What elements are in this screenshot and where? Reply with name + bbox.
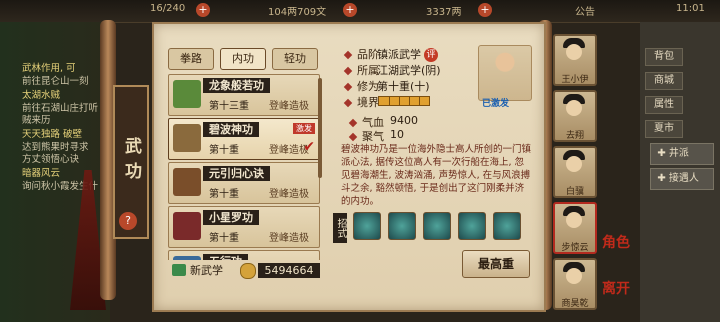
skill-active-badge: 激发	[293, 123, 315, 134]
side-menu-market[interactable]: 夏市	[645, 120, 683, 138]
skill-icon	[173, 212, 201, 240]
skill-name: 五行功	[203, 254, 248, 260]
quest-line[interactable]: 前往昆仑山一刻	[22, 73, 89, 87]
portrait-name: 商昊乾	[561, 299, 589, 309]
character-figure	[478, 45, 532, 101]
portrait-face	[566, 100, 582, 116]
stamina-counter: 16/240	[150, 3, 186, 14]
stat-qi-value: 10	[390, 128, 404, 141]
quest-line[interactable]: 贼来历	[22, 112, 51, 126]
skill-icon	[173, 168, 201, 196]
skill-item[interactable]: 龙象般若功第十三重 登峰造极	[168, 74, 320, 116]
max-level-button[interactable]: 最高重	[462, 250, 530, 278]
skill-description: 碧波神功乃是一位海外隐士高人所创的一门镇派心法, 据传这位高人有一次行船在海上,…	[341, 144, 532, 207]
portrait-face	[566, 212, 582, 228]
coin-balance: 5494664	[258, 263, 320, 278]
skill-name: 元引归心诀	[203, 166, 270, 181]
origin-label: 所属	[343, 62, 379, 78]
skill-level: 第十重	[209, 189, 239, 200]
side-menu-sect-button[interactable]: ✚ 井派	[650, 143, 714, 165]
move-slot-4[interactable]	[458, 212, 486, 240]
portrait-name: 去翔	[565, 131, 584, 141]
side-menu-shop[interactable]: 商城	[645, 72, 683, 90]
tab-lightness[interactable]: 轻功	[272, 48, 318, 70]
silver-counter: 104两709文	[268, 7, 327, 18]
tab-inner-power[interactable]: 内功	[220, 48, 266, 70]
skill-icon	[173, 80, 201, 108]
skill-item[interactable]: 五行功	[168, 250, 320, 260]
side-menu-bag[interactable]: 背包	[645, 48, 683, 66]
skill-name: 小星罗功	[203, 210, 259, 225]
portrait-face	[566, 156, 582, 172]
move-slot-1[interactable]	[353, 212, 381, 240]
leave-button[interactable]: 离开	[602, 278, 630, 298]
side-menu-attributes[interactable]: 属性	[645, 96, 683, 114]
rank-seal-icon: 评	[424, 48, 438, 62]
learned-status: 已激发	[482, 99, 510, 109]
character-tag[interactable]: 角色	[602, 232, 630, 252]
quest-line[interactable]: 暗器风云	[22, 165, 60, 179]
stat-hp-value: 9400	[390, 114, 418, 127]
tab-fist[interactable]: 拳路	[168, 48, 214, 70]
realm-bar	[378, 96, 430, 106]
skill-item[interactable]: 小星罗功第十重 登峰造极	[168, 206, 320, 248]
add-gold-button[interactable]: +	[478, 3, 492, 17]
quest-line[interactable]: 武林作用, 可	[22, 60, 76, 74]
skill-level: 第十重	[209, 145, 239, 156]
skill-level: 第十三重	[209, 101, 249, 112]
skill-list-scrollbar[interactable]	[318, 78, 322, 178]
moves-label: 招式	[333, 213, 347, 243]
coin-icon	[240, 263, 256, 279]
skill-level: 第十重	[209, 233, 239, 244]
skill-icon	[173, 124, 201, 152]
stat-qi-label: 聚气	[348, 128, 384, 144]
quest-line[interactable]: 太湖水贼	[22, 87, 60, 101]
quest-line[interactable]: 方丈领悟心诀	[22, 151, 79, 165]
add-stamina-button[interactable]: +	[196, 3, 210, 17]
side-menu-encounter-button[interactable]: ✚ 接遇人	[650, 168, 714, 190]
skill-list: 龙象般若功 第十三重 登峰造极 碧波神功 第十重 登峰造极 激发 ✔ 元引归心诀 第十重 登峰造极小…	[168, 74, 320, 260]
portrait-name: 白骥	[565, 187, 584, 197]
portrait-name: 王小伊	[561, 75, 589, 85]
cultivation-value: 第十重(十)	[377, 80, 430, 93]
book-icon	[172, 264, 186, 276]
portrait-name: 步惊云	[561, 243, 589, 253]
skill-name: 碧波神功	[203, 122, 259, 137]
portrait-face	[566, 44, 582, 60]
help-icon[interactable]: ?	[119, 212, 137, 230]
quest-line[interactable]: 天天独路 破壁	[22, 126, 82, 140]
move-slot-2[interactable]	[388, 212, 416, 240]
skill-grade: 登峰造极	[269, 233, 309, 244]
gold-counter: 3337两	[426, 7, 462, 18]
origin-value: 江湖武学(阴)	[377, 64, 441, 77]
skill-grade: 登峰造极	[269, 189, 309, 200]
portrait-face	[566, 268, 582, 284]
skill-name: 龙象般若功	[203, 78, 270, 93]
check-icon: ✔	[303, 139, 315, 155]
new-skill-button[interactable]: 新武学	[190, 262, 223, 278]
skill-item[interactable]: 碧波神功 第十重 登峰造极 激发 ✔	[168, 118, 320, 160]
cultivation-label: 修为	[343, 78, 379, 94]
clock: 11:01	[676, 3, 705, 14]
announcement-button[interactable]: 公告	[575, 3, 595, 18]
skill-item[interactable]: 元引归心诀第十重 登峰造极	[168, 162, 320, 204]
rank-label: 品阶	[343, 46, 379, 62]
realm-label: 境界	[343, 94, 379, 110]
skill-icon	[173, 256, 201, 260]
skill-grade: 登峰造极	[269, 101, 309, 112]
rank-value: 镇派武学	[377, 48, 421, 61]
move-slot-3[interactable]	[423, 212, 451, 240]
move-slot-5[interactable]	[493, 212, 521, 240]
add-silver-button[interactable]: +	[343, 3, 357, 17]
